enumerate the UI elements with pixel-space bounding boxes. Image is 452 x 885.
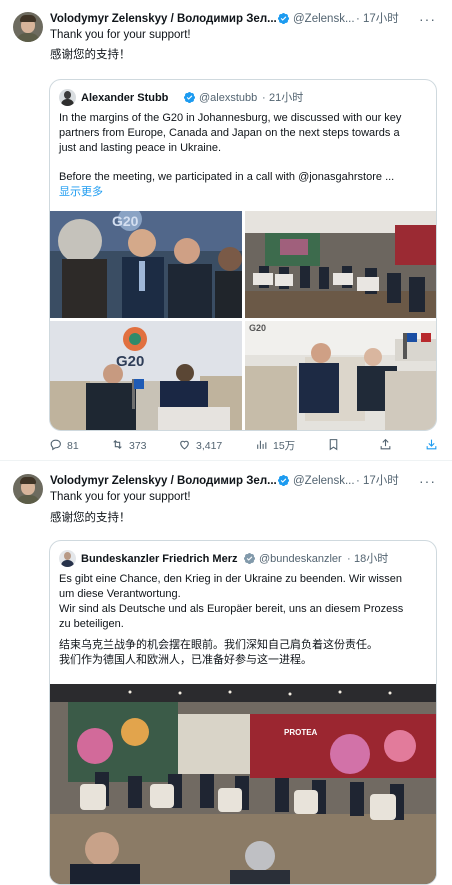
- author-handle[interactable]: @Zelensk...: [293, 472, 355, 490]
- quoted-tweet[interactable]: Bundeskanzler Friedrich Merz @bundeskanz…: [49, 540, 437, 885]
- tweet-text-en: Thank you for your support!: [50, 491, 191, 503]
- quoted-tweet-time[interactable]: 18小时: [354, 551, 388, 567]
- like-count: 3,417: [196, 440, 223, 452]
- quoted-tweet-line: zu beteiligen.: [59, 618, 124, 630]
- separator-dot: ·: [347, 553, 351, 565]
- banner-text: PROTEA: [284, 728, 318, 737]
- views-button[interactable]: 15万: [255, 437, 295, 455]
- views-icon: [257, 440, 267, 449]
- quoted-tweet-line: 结束乌克兰战争的机会摆在眼前。我们深知自己肩负着这份责任。: [59, 639, 378, 651]
- quoted-tweet-line: just and lasting peace in Ukraine.: [59, 142, 222, 154]
- more-icon[interactable]: ···: [419, 10, 436, 28]
- tweet-header: Volodymyr Zelenskyy / Володимир Зел... @…: [50, 10, 444, 28]
- quoted-tweet-line: 我们作为德国人和欧洲人，已准备好参与这一进程。: [59, 654, 312, 666]
- share-icon: [380, 438, 391, 450]
- author-name[interactable]: Volodymyr Zelenskyy / Володимир Зел...: [50, 472, 277, 490]
- quoted-author-avatar[interactable]: [59, 550, 76, 567]
- quoted-tweet-line: partners from Europe, Canada and Japan o…: [59, 127, 400, 139]
- photo-summit-circle: [50, 684, 436, 884]
- verified-badge-icon: [277, 12, 290, 25]
- tweet-text-zh: 感谢您的支持！: [50, 49, 131, 61]
- g20-logo-text: G20: [249, 323, 267, 333]
- download-icon: [426, 439, 437, 450]
- quoted-tweet-line: In the margins of the G20 in Johannesbur…: [59, 112, 402, 124]
- quoted-photo-1[interactable]: G20: [50, 211, 242, 318]
- g20-logo-text: G20: [116, 353, 145, 370]
- quoted-author-handle[interactable]: @bundeskanzler: [259, 551, 342, 567]
- show-more-link[interactable]: 显示更多: [59, 185, 429, 200]
- quoted-tweet-line: Before the meeting, we participated in a…: [59, 171, 395, 183]
- tweet-text-en: Thank you for your support!: [50, 29, 191, 41]
- tweet-time[interactable]: 17小时: [363, 10, 399, 28]
- tweet[interactable]: Volodymyr Zelenskyy / Володимир Зел... @…: [0, 0, 452, 460]
- quoted-tweet-time[interactable]: 21小时: [269, 90, 303, 106]
- quoted-author-name[interactable]: Alexander Stubb: [81, 90, 168, 106]
- photo-g20-podium: [50, 321, 242, 430]
- verified-badge-icon: [243, 552, 256, 565]
- separator-dot: ·: [262, 92, 266, 104]
- tweet-divider: [0, 460, 452, 461]
- quoted-photo-2[interactable]: [245, 211, 436, 318]
- author-avatar[interactable]: [13, 12, 43, 42]
- author-name[interactable]: Volodymyr Zelenskyy / Володимир Зел...: [50, 10, 277, 28]
- quoted-tweet[interactable]: Alexander Stubb @alexstubb · 21小时 In the…: [49, 79, 437, 431]
- separator-dot: ·: [356, 475, 360, 487]
- separator-dot: ·: [356, 13, 360, 25]
- share-button[interactable]: [379, 437, 392, 455]
- author-handle[interactable]: @Zelensk...: [293, 10, 355, 28]
- reply-count: 81: [67, 440, 79, 452]
- like-icon: [180, 440, 189, 450]
- download-button[interactable]: [425, 437, 438, 455]
- views-count: 15万: [273, 440, 296, 452]
- tweet-text-zh: 感谢您的支持！: [50, 512, 131, 524]
- quoted-photo-1[interactable]: PROTEA: [50, 684, 436, 884]
- quoted-tweet-line: um diese Verantwortung.: [59, 588, 181, 600]
- quoted-author-avatar[interactable]: [59, 89, 76, 106]
- verified-badge-icon: [183, 91, 196, 104]
- repost-button[interactable]: 373: [111, 437, 147, 455]
- tweet-header: Volodymyr Zelenskyy / Володимир Зел... @…: [50, 472, 444, 490]
- quoted-photo-4[interactable]: G20: [245, 321, 436, 430]
- quoted-tweet-line: Wir sind als Deutsche und als Europäer b…: [59, 603, 404, 615]
- like-button[interactable]: 3,417: [178, 437, 222, 455]
- photo-meeting-room: [245, 211, 436, 318]
- tweet-time[interactable]: 17小时: [363, 472, 399, 490]
- tweet[interactable]: Volodymyr Zelenskyy / Володимир Зел... @…: [0, 462, 452, 885]
- repost-count: 373: [129, 440, 147, 452]
- photo-bilateral-chairs: [245, 321, 436, 430]
- photo-g20-backdrop: [50, 211, 242, 318]
- quoted-author-name[interactable]: Bundeskanzler Friedrich Merz: [81, 551, 238, 567]
- more-icon[interactable]: ···: [419, 472, 436, 490]
- quoted-photo-3[interactable]: G20: [50, 321, 242, 430]
- bookmark-icon: [329, 439, 338, 451]
- verified-badge-icon: [277, 474, 290, 487]
- author-avatar[interactable]: [13, 474, 43, 504]
- repost-icon: [113, 439, 122, 450]
- quoted-tweet-line: Es gibt eine Chance, den Krieg in der Uk…: [59, 573, 403, 585]
- reply-button[interactable]: 81: [49, 437, 79, 455]
- reply-icon: [50, 439, 61, 451]
- g20-logo-text: G20: [112, 213, 139, 229]
- bookmark-button[interactable]: [327, 437, 340, 455]
- quoted-author-handle[interactable]: @alexstubb: [199, 90, 257, 106]
- tweet-actions: 81 373 3,417 15万: [49, 437, 441, 455]
